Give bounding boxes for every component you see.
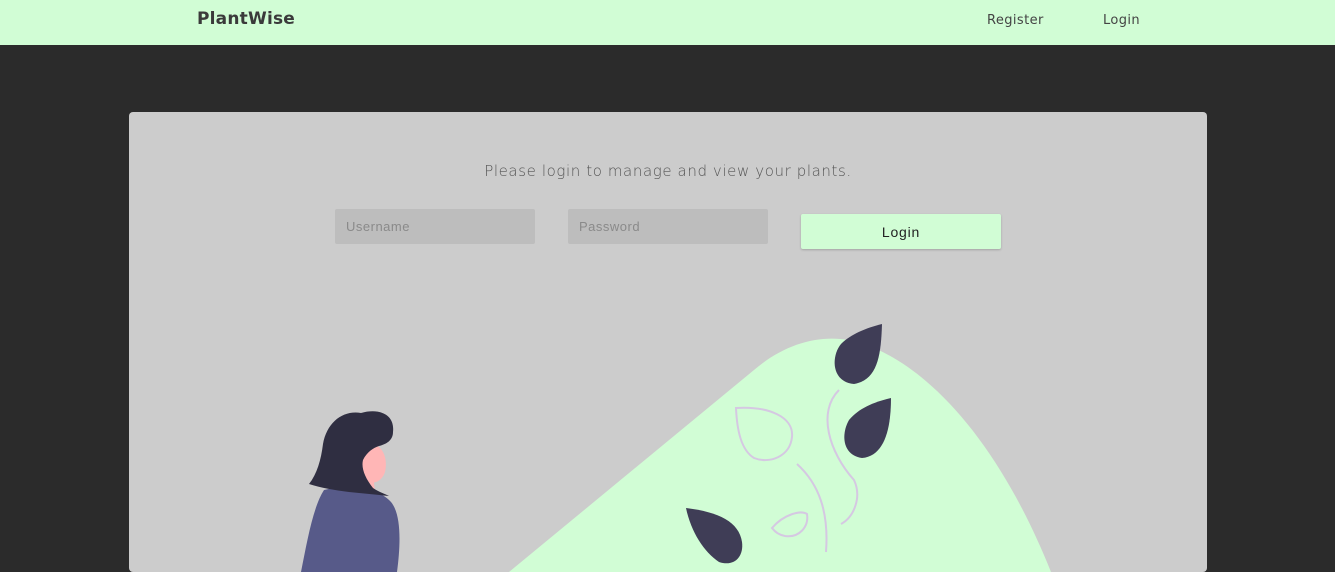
navbar: PlantWise Register Login (0, 0, 1335, 45)
woman-shirt (301, 487, 400, 572)
nav-register-link[interactable]: Register (987, 13, 1044, 28)
login-card: Please login to manage and view your pla… (129, 112, 1207, 572)
brand-logo[interactable]: PlantWise (197, 9, 295, 29)
plants-illustration (301, 324, 1051, 572)
woman-figure (301, 411, 400, 572)
nav-login-link[interactable]: Login (1103, 13, 1140, 28)
